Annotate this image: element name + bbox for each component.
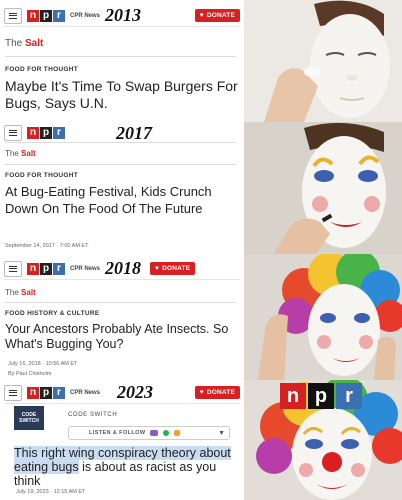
article-panel-2023: npr CPR News 2023 DONATE CODE SWITCH COD… bbox=[0, 380, 244, 500]
red-nose bbox=[322, 452, 342, 472]
headline[interactable]: Your Ancestors Probably Ate Insects. So … bbox=[5, 322, 238, 352]
byline[interactable]: By Paul Chisholm bbox=[8, 371, 51, 377]
npr-logo[interactable]: npr bbox=[27, 386, 65, 399]
header-bar: npr CPR News 2013 DONATE bbox=[4, 5, 240, 27]
header-bar: npr 2017 bbox=[4, 122, 240, 144]
header-bar: npr CPR News 2023 DONATE bbox=[4, 382, 240, 404]
header-bar: npr CPR News 2018 DONATE bbox=[4, 258, 240, 280]
rainbow-wig-photo bbox=[244, 254, 402, 380]
donate-button[interactable]: DONATE bbox=[194, 386, 240, 399]
white-face-photo bbox=[244, 0, 402, 122]
spotify-icon[interactable] bbox=[163, 430, 170, 436]
kicker[interactable]: FOOD HISTORY & CULTURE bbox=[5, 310, 99, 317]
publish-date: July 16, 2018 · 10:56 AM ET bbox=[8, 361, 78, 367]
year-label: 2017 bbox=[116, 122, 152, 143]
face-paint-photo bbox=[244, 122, 402, 254]
cpr-news-logo[interactable]: CPR News bbox=[70, 266, 100, 272]
hamburger-menu-icon[interactable] bbox=[4, 260, 22, 277]
chevron-down-icon[interactable]: ▼ bbox=[218, 430, 225, 437]
hamburger-menu-icon[interactable] bbox=[4, 125, 22, 141]
divider bbox=[5, 142, 236, 143]
apple-podcasts-icon[interactable] bbox=[150, 430, 159, 436]
donate-button[interactable]: DONATE bbox=[150, 262, 196, 275]
hamburger-menu-icon[interactable] bbox=[4, 384, 22, 401]
kicker[interactable]: FOOD FOR THOUGHT bbox=[5, 66, 78, 73]
headline[interactable]: At Bug-Eating Festival, Kids Crunch Down… bbox=[5, 184, 238, 217]
clown-frame-1-white-makeup bbox=[244, 0, 402, 122]
headline[interactable]: Maybe It's Time To Swap Burgers For Bugs… bbox=[5, 78, 238, 112]
cpr-news-logo[interactable]: CPR News bbox=[70, 390, 100, 396]
section-label[interactable]: The Salt bbox=[5, 149, 36, 158]
hamburger-menu-icon[interactable] bbox=[4, 7, 22, 24]
year-label: 2013 bbox=[105, 5, 142, 25]
article-panel-2017: npr 2017 The Salt FOOD FOR THOUGHT At Bu… bbox=[0, 122, 244, 254]
clown-frame-2-face-paint bbox=[244, 122, 402, 254]
divider bbox=[5, 56, 236, 57]
kicker[interactable]: FOOD FOR THOUGHT bbox=[5, 172, 78, 179]
google-podcasts-icon[interactable] bbox=[174, 430, 181, 436]
divider bbox=[5, 302, 236, 303]
podcast-name[interactable]: CODE SWITCH bbox=[68, 412, 117, 418]
section-label[interactable]: The Salt bbox=[5, 288, 36, 297]
npr-logo[interactable]: npr bbox=[27, 9, 65, 22]
year-label: 2023 bbox=[117, 382, 154, 402]
npr-logo[interactable]: npr bbox=[27, 127, 65, 139]
divider bbox=[5, 164, 236, 165]
selected-quote[interactable]: This right wing conspiracy theory about … bbox=[14, 446, 236, 488]
donate-button[interactable]: DONATE bbox=[194, 9, 240, 22]
article-panel-2013: npr CPR News 2013 DONATE The Salt FOOD F… bbox=[0, 0, 244, 122]
publish-date: September 14, 2017 · 7:00 AM ET bbox=[5, 243, 89, 249]
code-switch-thumbnail[interactable]: CODE SWITCH bbox=[14, 406, 44, 430]
clown-frame-3-rainbow-wig bbox=[244, 254, 402, 380]
npr-logo-large: npr bbox=[280, 383, 362, 409]
article-panel-2018: npr CPR News 2018 DONATE The Salt FOOD H… bbox=[0, 254, 244, 380]
cpr-news-logo[interactable]: CPR News bbox=[70, 13, 100, 19]
year-label: 2018 bbox=[105, 258, 142, 278]
publish-date: July 19, 2023 · 12:15 AM ET bbox=[16, 489, 86, 495]
clown-frame-4-full-clown: npr bbox=[244, 380, 402, 500]
section-label[interactable]: The Salt bbox=[5, 38, 43, 49]
listen-follow-button[interactable]: LISTEN & FOLLOW ▼ bbox=[68, 426, 230, 440]
npr-logo[interactable]: npr bbox=[27, 262, 65, 275]
